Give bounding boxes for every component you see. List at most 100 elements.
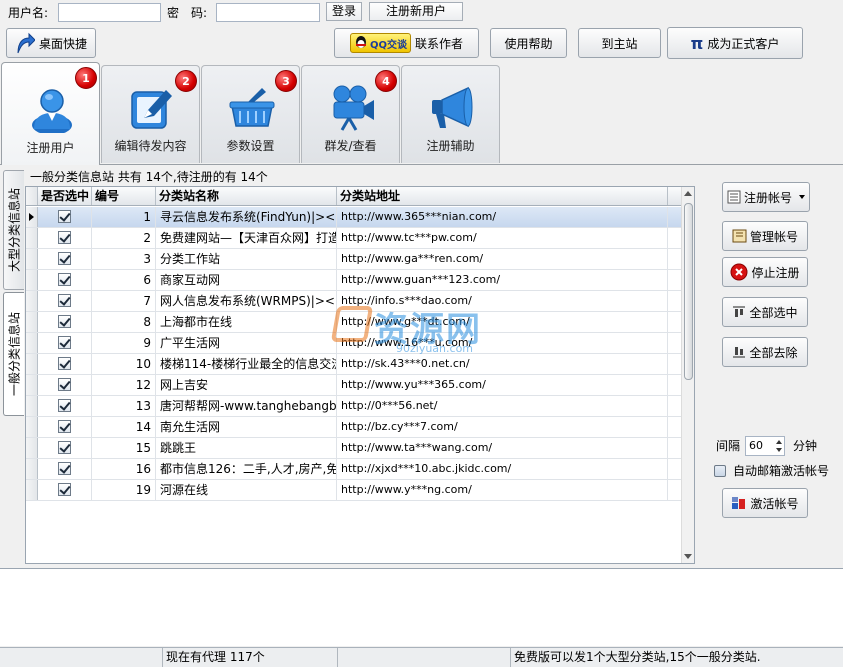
interval-spinner[interactable]: 60 — [745, 436, 785, 456]
row-checkbox-cell[interactable] — [38, 291, 92, 311]
spin-down-icon[interactable] — [776, 448, 782, 452]
login-button[interactable]: 登录 — [326, 2, 362, 21]
row-checkbox-cell[interactable] — [38, 354, 92, 374]
row-header[interactable] — [26, 375, 38, 395]
scrollbar-thumb[interactable] — [684, 203, 693, 380]
column-header-id[interactable]: 编号 — [92, 187, 156, 205]
row-checkbox-cell[interactable] — [38, 228, 92, 248]
row-header[interactable] — [26, 438, 38, 458]
column-header-selected[interactable]: 是否选中 — [38, 187, 92, 205]
table-row[interactable]: 3 分类工作站 http://www.ga***ren.com/ — [26, 249, 682, 270]
row-header[interactable] — [26, 417, 38, 437]
table-row[interactable]: 2 免费建网站—【天津百众网】打造 http://www.tc***pw.com/ — [26, 228, 682, 249]
row-header[interactable] — [26, 312, 38, 332]
table-row[interactable]: 9 广平生活网 http://www.16***u.com/ — [26, 333, 682, 354]
row-checkbox-cell[interactable] — [38, 396, 92, 416]
row-header[interactable] — [26, 291, 38, 311]
row-header[interactable] — [26, 249, 38, 269]
row-checkbox-cell[interactable] — [38, 375, 92, 395]
tab-edit-content[interactable]: 2 编辑待发内容 — [101, 65, 200, 163]
become-customer-button[interactable]: π 成为正式客户 — [667, 27, 803, 59]
panel-title: 一般分类信息站 共有 14个,待注册的有 14个 — [30, 170, 270, 184]
row-header[interactable] — [26, 333, 38, 353]
tab-register-assist[interactable]: 注册辅助 — [401, 65, 500, 163]
scroll-up-arrow-icon[interactable] — [684, 191, 692, 196]
row-checkbox-cell[interactable] — [38, 207, 92, 227]
row-checkbox[interactable] — [58, 336, 71, 349]
row-site-url: http://www.ga***ren.com/ — [337, 249, 668, 269]
row-checkbox[interactable] — [58, 210, 71, 223]
register-new-user-button[interactable]: 注册新用户 — [369, 2, 463, 21]
column-header-url[interactable]: 分类站地址 — [337, 187, 668, 205]
row-checkbox-cell[interactable] — [38, 249, 92, 269]
row-checkbox[interactable] — [58, 441, 71, 454]
table-row[interactable]: 14 南允生活网 http://bz.cy***7.com/ — [26, 417, 682, 438]
row-checkbox[interactable] — [58, 420, 71, 433]
row-header[interactable] — [26, 270, 38, 290]
password-input[interactable] — [216, 3, 320, 22]
row-checkbox-cell[interactable] — [38, 333, 92, 353]
row-checkbox[interactable] — [58, 294, 71, 307]
row-checkbox[interactable] — [58, 483, 71, 496]
row-site-name: 跳跳王 — [156, 438, 337, 458]
row-checkbox[interactable] — [58, 462, 71, 475]
tab-register-user[interactable]: 1 注册用户 — [1, 62, 100, 165]
auto-activate-label: 自动邮箱激活帐号 — [733, 464, 830, 478]
contact-author-button[interactable]: QQ交谈 联系作者 — [334, 28, 479, 58]
row-checkbox[interactable] — [58, 378, 71, 391]
desktop-shortcut-button[interactable]: 桌面快捷 — [6, 28, 96, 58]
table-row[interactable]: 10 楼梯114-楼梯行业最全的信息交流 http://sk.43***0.net.… — [26, 354, 682, 375]
table-row[interactable]: 1寻云信息发布系统(FindYun)|><|最新http://www.365**… — [26, 207, 682, 228]
sidetab-large-sites[interactable]: 大型分类信息站 — [3, 170, 24, 290]
table-header: 是否选中 编号 分类站名称 分类站地址 — [26, 187, 682, 206]
manage-account-button[interactable]: 管理帐号 — [722, 221, 808, 251]
row-checkbox[interactable] — [58, 252, 71, 265]
tab-settings[interactable]: 3 参数设置 — [201, 65, 300, 163]
tab-send-view[interactable]: 4 群发/查看 — [301, 65, 400, 163]
table-row[interactable]: 15 跳跳王 http://www.ta***wang.com/ — [26, 438, 682, 459]
select-all-button[interactable]: 全部选中 — [722, 297, 808, 327]
to-main-site-button[interactable]: 到主站 — [578, 28, 661, 58]
scroll-down-arrow-icon[interactable] — [684, 554, 692, 559]
table-row[interactable]: 6 商家互动网 http://www.guan***123.com/ — [26, 270, 682, 291]
row-header[interactable] — [26, 228, 38, 248]
table-row[interactable]: 19 河源在线 http://www.y***ng.com/ — [26, 480, 682, 501]
row-header[interactable] — [26, 396, 38, 416]
row-checkbox-cell[interactable] — [38, 270, 92, 290]
row-site-url: http://www.g***dt.com/ — [337, 312, 668, 332]
row-checkbox[interactable] — [58, 231, 71, 244]
row-header[interactable] — [26, 459, 38, 479]
row-checkbox[interactable] — [58, 399, 71, 412]
table-row[interactable]: 12 网上吉安 http://www.yu***365.com/ — [26, 375, 682, 396]
table-row[interactable]: 7网人信息发布系统(WRMPS)|><|最专http://info.s***da… — [26, 291, 682, 312]
row-header[interactable] — [26, 354, 38, 374]
auto-activate-checkbox[interactable] — [714, 465, 726, 477]
register-account-dropdown[interactable]: 注册帐号 — [722, 182, 810, 212]
table-row[interactable]: 16 都市信息126：二手,人才,房产,免费 http://xjxd***10.ab… — [26, 459, 682, 480]
vertical-scrollbar[interactable] — [681, 187, 694, 563]
row-checkbox[interactable] — [58, 315, 71, 328]
row-header[interactable] — [26, 480, 38, 500]
deselect-all-button[interactable]: 全部去除 — [722, 337, 808, 367]
help-button[interactable]: 使用帮助 — [490, 28, 567, 58]
activate-account-button[interactable]: 激活帐号 — [722, 488, 808, 518]
table-row[interactable]: 8 上海都市在线 http://www.g***dt.com/ — [26, 312, 682, 333]
table-row[interactable]: 13唐河帮帮网-www.tanghebangbanghttp://0***56.… — [26, 396, 682, 417]
username-input[interactable] — [58, 3, 161, 22]
sidetab-general-sites[interactable]: 一般分类信息站 — [3, 292, 24, 416]
log-area[interactable] — [0, 568, 843, 646]
megaphone-icon — [432, 86, 473, 128]
stop-register-button[interactable]: 停止注册 — [722, 257, 808, 287]
row-checkbox[interactable] — [58, 357, 71, 370]
row-checkbox-cell[interactable] — [38, 438, 92, 458]
row-checkbox-cell[interactable] — [38, 480, 92, 500]
row-id: 8 — [92, 312, 156, 332]
column-header-name[interactable]: 分类站名称 — [156, 187, 337, 205]
row-site-url: http://www.tc***pw.com/ — [337, 228, 668, 248]
row-checkbox[interactable] — [58, 273, 71, 286]
row-header[interactable] — [26, 207, 38, 227]
row-checkbox-cell[interactable] — [38, 312, 92, 332]
spin-up-icon[interactable] — [776, 440, 782, 444]
row-checkbox-cell[interactable] — [38, 459, 92, 479]
row-checkbox-cell[interactable] — [38, 417, 92, 437]
